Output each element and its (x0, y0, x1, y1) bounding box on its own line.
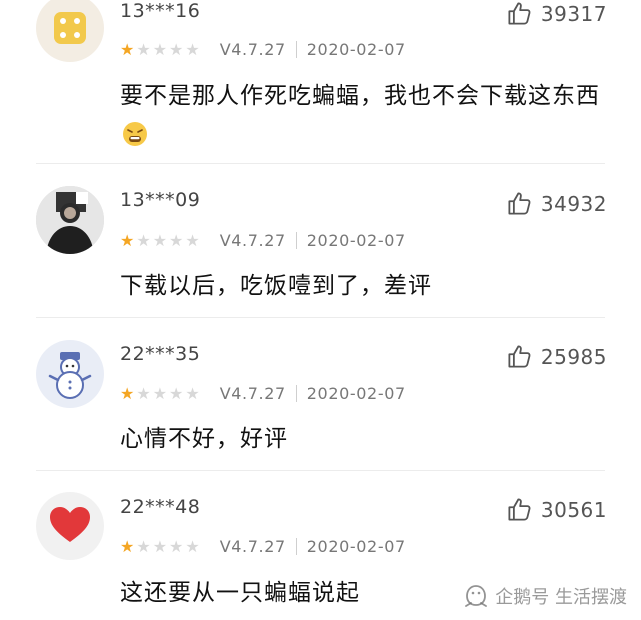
username: 13***16 (120, 0, 201, 22)
star-icon: ★ (120, 39, 135, 59)
review-meta: ★ ★ ★ ★ ★ V4.7.27 2020-02-07 (120, 384, 406, 403)
star-icon: ★ (136, 383, 151, 403)
review-date: 2020-02-07 (306, 40, 406, 59)
star-icon: ★ (120, 536, 135, 556)
star-icon: ★ (136, 39, 151, 59)
penguin-logo-icon (465, 585, 488, 607)
username: 13***09 (120, 189, 201, 211)
star-icon: ★ (152, 230, 168, 250)
watermark: 企鹅号 生活摆渡 (463, 583, 627, 609)
review-date: 2020-02-07 (306, 384, 406, 403)
divider (295, 41, 297, 58)
snowman-icon (48, 352, 92, 399)
username: 22***48 (120, 496, 201, 518)
star-rating: ★ ★ ★ ★ ★ (120, 536, 200, 556)
star-icon: ★ (120, 383, 135, 403)
divider (36, 470, 605, 471)
app-version: V4.7.27 (219, 231, 286, 250)
like-button[interactable]: 25985 (506, 343, 607, 370)
tired-face-emoji-icon (123, 122, 147, 146)
app-version: V4.7.27 (219, 384, 286, 403)
star-icon: ★ (136, 536, 151, 556)
like-button[interactable]: 30561 (506, 496, 607, 523)
review-meta: ★ ★ ★ ★ ★ V4.7.27 2020-02-07 (120, 40, 406, 59)
thumbs-up-icon (508, 345, 531, 368)
divider (295, 385, 297, 402)
divider (295, 232, 297, 249)
star-rating: ★ ★ ★ ★ ★ (120, 230, 200, 250)
thumbs-up-icon (508, 192, 531, 215)
star-icon: ★ (169, 536, 184, 556)
star-rating: ★ ★ ★ ★ ★ (120, 39, 200, 59)
review-date: 2020-02-07 (306, 537, 406, 556)
star-icon: ★ (185, 230, 200, 250)
thumbs-up-icon (508, 498, 531, 521)
app-version: V4.7.27 (219, 537, 286, 556)
star-icon: ★ (185, 383, 200, 403)
avatar[interactable] (36, 492, 104, 560)
star-icon: ★ (152, 536, 168, 556)
divider (295, 538, 297, 555)
like-count: 39317 (540, 1, 607, 26)
like-button[interactable]: 39317 (506, 0, 607, 27)
review-comment: 下载以后，吃饭噎到了，差评 (120, 273, 432, 299)
review-comment: 心情不好，好评 (120, 426, 288, 452)
review-meta: ★ ★ ★ ★ ★ V4.7.27 2020-02-07 (120, 537, 406, 556)
comment-text: 要不是那人作死吃蝙蝠，我也不会下载这东西 (120, 83, 600, 109)
star-icon: ★ (185, 536, 200, 556)
star-icon: ★ (185, 39, 200, 59)
review-date: 2020-02-07 (306, 231, 406, 250)
star-icon: ★ (169, 383, 184, 403)
thumbs-up-icon (508, 2, 531, 25)
avatar[interactable] (36, 0, 104, 62)
yellow-dice-icon (54, 12, 86, 44)
app-version: V4.7.27 (219, 40, 286, 59)
star-icon: ★ (152, 383, 168, 403)
star-icon: ★ (169, 39, 184, 59)
star-icon: ★ (152, 39, 168, 59)
username: 22***35 (120, 343, 201, 365)
like-count: 25985 (540, 344, 607, 369)
divider (36, 163, 605, 164)
like-count: 34932 (540, 191, 607, 216)
person-photo-icon (36, 186, 104, 254)
star-icon: ★ (120, 230, 135, 250)
star-icon: ★ (169, 230, 184, 250)
star-rating: ★ ★ ★ ★ ★ (120, 383, 200, 403)
like-count: 30561 (540, 497, 607, 522)
avatar[interactable] (36, 340, 104, 408)
divider (36, 317, 605, 318)
review-comment: 要不是那人作死吃蝙蝠，我也不会下载这东西 (120, 76, 620, 156)
heart-icon (50, 507, 90, 542)
avatar[interactable] (36, 186, 104, 254)
review-meta: ★ ★ ★ ★ ★ V4.7.27 2020-02-07 (120, 231, 406, 250)
star-icon: ★ (136, 230, 151, 250)
like-button[interactable]: 34932 (506, 190, 607, 217)
watermark-text: 企鹅号 生活摆渡 (495, 587, 627, 608)
